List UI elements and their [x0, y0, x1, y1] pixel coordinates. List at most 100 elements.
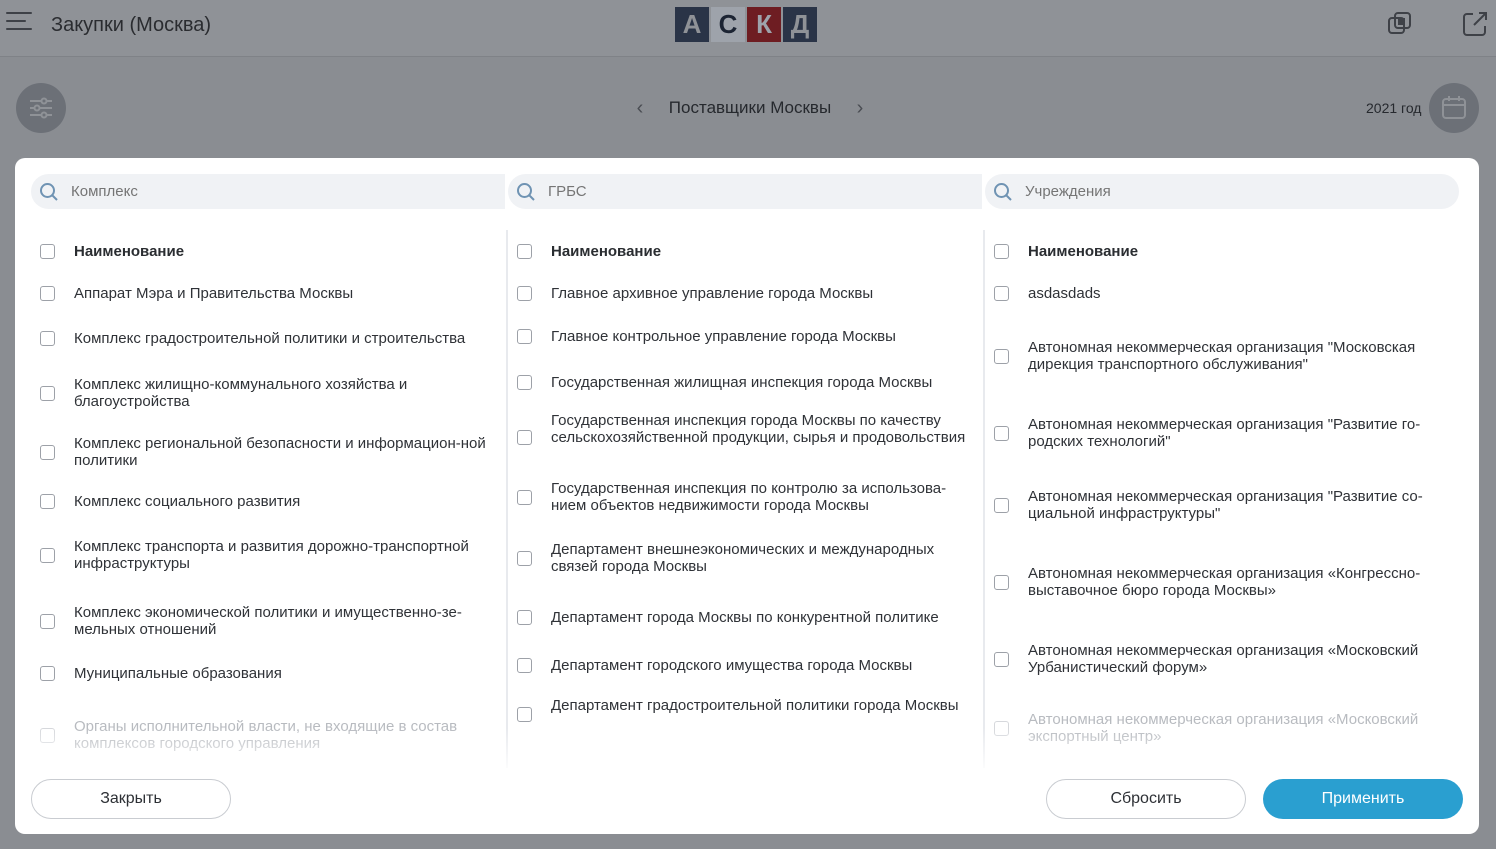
item-label: Департамент города Москвы по конкурентно…	[551, 609, 939, 626]
list-item[interactable]: Департамент градостроительной политики г…	[508, 697, 978, 731]
list-item[interactable]: Комплекс экономической политики и имущес…	[31, 604, 501, 638]
list-item[interactable]: Комплекс градостроительной политики и ст…	[31, 330, 501, 347]
item-checkbox[interactable]	[517, 329, 532, 344]
sliders-icon	[30, 97, 52, 119]
item-checkbox[interactable]	[40, 385, 55, 401]
item-label: Департамент городского имущества города …	[551, 657, 913, 674]
menu-icon[interactable]	[6, 12, 34, 40]
item-label: Главное контрольное управление города Мо…	[551, 328, 896, 345]
item-checkbox[interactable]	[517, 430, 532, 445]
list-item[interactable]: Департамент внешнеэкономических и междун…	[508, 541, 978, 575]
item-checkbox[interactable]	[994, 720, 1009, 736]
item-checkbox[interactable]	[517, 489, 532, 505]
chevron-right-icon[interactable]: ›	[850, 97, 870, 120]
item-label: Комплекс транспорта и развития дорожно-т…	[74, 538, 469, 572]
item-checkbox[interactable]	[40, 444, 55, 460]
select-all-checkbox[interactable]	[40, 244, 55, 259]
list-item[interactable]: Автономная некоммерческая организация «К…	[985, 565, 1455, 599]
search-icon	[40, 183, 58, 201]
list-item[interactable]: Комплекс региональной безопасности и инф…	[31, 435, 501, 469]
reset-button[interactable]: Сбросить	[1046, 779, 1246, 819]
list-header[interactable]: Наименование	[508, 243, 978, 260]
select-all-checkbox[interactable]	[994, 244, 1009, 259]
search-input[interactable]	[71, 174, 491, 209]
list-header[interactable]: Наименование	[985, 243, 1455, 260]
app-title: Закупки (Москва)	[51, 14, 212, 36]
logo-letter: Д	[783, 7, 817, 42]
column-grbs: Наименование Главное архивное управление…	[508, 158, 985, 768]
column-header-label: Наименование	[74, 243, 185, 260]
list-item[interactable]: Автономная некоммерческая организация «М…	[985, 642, 1455, 676]
search-complex[interactable]	[31, 174, 505, 209]
item-label: Органы исполнительной власти, не входящи…	[74, 718, 458, 752]
search-grbs[interactable]	[508, 174, 982, 209]
item-checkbox[interactable]	[517, 375, 532, 390]
item-checkbox[interactable]	[994, 348, 1009, 364]
list-item[interactable]: Автономная некоммерческая организация "Р…	[985, 488, 1455, 522]
item-label: Автономная некоммерческая организация "Р…	[1028, 416, 1421, 450]
list-item[interactable]: Органы исполнительной власти, не входящи…	[31, 718, 501, 752]
search-icon	[517, 183, 535, 201]
item-checkbox[interactable]	[517, 610, 532, 625]
list-item[interactable]: Главное архивное управление города Москв…	[508, 285, 978, 302]
item-checkbox[interactable]	[517, 286, 532, 301]
list-item[interactable]: Главное контрольное управление города Мо…	[508, 328, 978, 345]
logo-letter: А	[675, 7, 709, 42]
list-item[interactable]: Автономная некоммерческая организация "Р…	[985, 416, 1455, 450]
list-item[interactable]: Государственная инспекция по контролю за…	[508, 480, 978, 514]
item-label: Муниципальные образования	[74, 665, 282, 682]
item-label: Департамент внешнеэкономических и междун…	[551, 541, 935, 575]
search-input[interactable]	[1025, 174, 1445, 209]
search-input[interactable]	[548, 174, 968, 209]
item-checkbox[interactable]	[40, 727, 55, 743]
item-checkbox[interactable]	[40, 331, 55, 346]
item-checkbox[interactable]	[994, 425, 1009, 441]
item-checkbox[interactable]	[517, 550, 532, 566]
item-label: Государственная жилищная инспекция город…	[551, 374, 933, 391]
item-checkbox[interactable]	[994, 651, 1009, 667]
list-item[interactable]: asdasdads	[985, 285, 1455, 302]
search-institutions[interactable]	[985, 174, 1459, 209]
item-checkbox[interactable]	[994, 497, 1009, 513]
list-item[interactable]: Комплекс транспорта и развития дорожно-т…	[31, 538, 501, 572]
select-all-checkbox[interactable]	[517, 244, 532, 259]
item-checkbox[interactable]	[994, 286, 1009, 301]
calendar-button[interactable]	[1429, 83, 1479, 133]
list-item[interactable]: Муниципальные образования	[31, 665, 501, 682]
chevron-left-icon[interactable]: ‹	[630, 97, 650, 120]
copy-window-icon[interactable]	[1386, 10, 1414, 38]
item-checkbox[interactable]	[40, 547, 55, 563]
column-complex: Наименование Аппарат Мэра и Правительств…	[31, 158, 508, 768]
item-label: Аппарат Мэра и Правительства Москвы	[74, 285, 354, 302]
list-item[interactable]: Автономная некоммерческая организация «М…	[985, 711, 1455, 745]
item-label: Комплекс региональной безопасности и инф…	[74, 435, 486, 469]
year-label: 2021 год	[1366, 100, 1422, 116]
item-checkbox[interactable]	[40, 666, 55, 681]
column-header-label: Наименование	[1028, 243, 1139, 260]
list-item[interactable]: Комплекс жилищно-коммунального хозяйства…	[31, 376, 501, 410]
item-label: Комплекс экономической политики и имущес…	[74, 604, 462, 638]
item-checkbox[interactable]	[517, 706, 532, 722]
column-header-label: Наименование	[551, 243, 662, 260]
list-header[interactable]: Наименование	[31, 243, 501, 260]
logo-letter: С	[711, 7, 745, 42]
item-label: Автономная некоммерческая организация «М…	[1028, 642, 1419, 676]
item-checkbox[interactable]	[994, 574, 1009, 590]
item-checkbox[interactable]	[40, 613, 55, 629]
external-link-icon[interactable]	[1461, 10, 1489, 38]
item-label: Департамент градостроительной политики г…	[551, 697, 959, 714]
list-item[interactable]: Департамент городского имущества города …	[508, 657, 978, 674]
item-checkbox[interactable]	[517, 658, 532, 673]
filter-button[interactable]	[16, 83, 66, 133]
item-checkbox[interactable]	[40, 286, 55, 301]
list-item[interactable]: Комплекс социального развития	[31, 493, 501, 510]
item-checkbox[interactable]	[40, 494, 55, 509]
list-item[interactable]: Аппарат Мэра и Правительства Москвы	[31, 285, 501, 302]
close-button[interactable]: Закрыть	[31, 779, 231, 819]
list-item[interactable]: Государственная жилищная инспекция город…	[508, 374, 978, 391]
item-label: Автономная некоммерческая организация "М…	[1028, 339, 1416, 373]
list-item[interactable]: Государственная инспекция города Москвы …	[508, 412, 978, 463]
list-item[interactable]: Автономная некоммерческая организация "М…	[985, 339, 1455, 373]
apply-button[interactable]: Применить	[1263, 779, 1463, 819]
list-item[interactable]: Департамент города Москвы по конкурентно…	[508, 609, 978, 626]
